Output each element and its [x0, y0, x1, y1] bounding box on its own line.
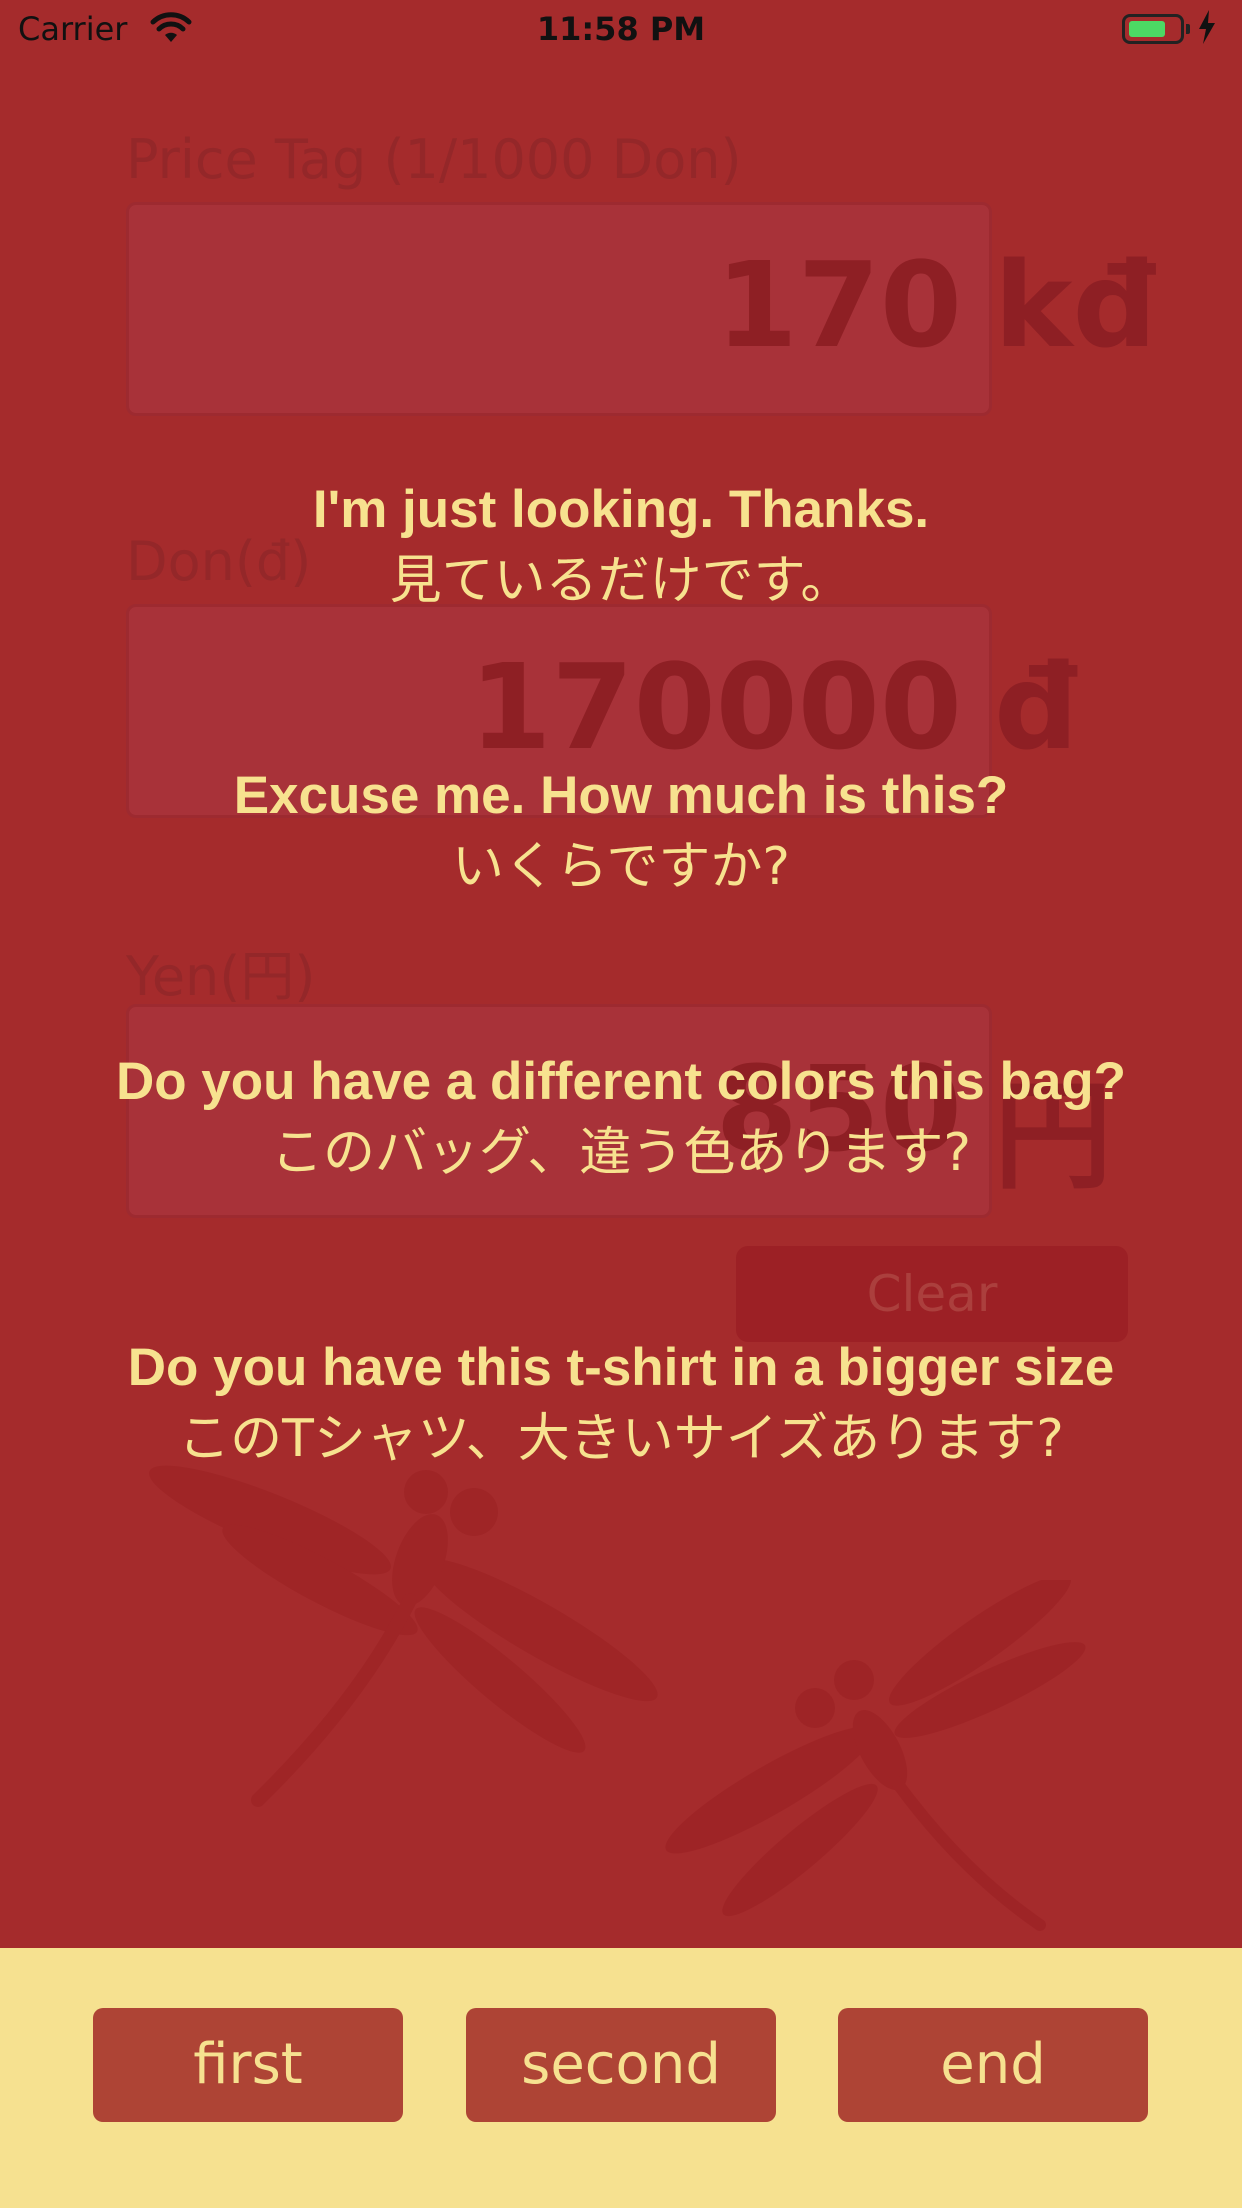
yen-label: Yen(円) — [126, 945, 316, 1008]
phrase-english: Do you have a different colors this bag? — [115, 1052, 1127, 1111]
phrase-item[interactable]: I'm just looking. Thanks. 見ているだけです。 — [0, 475, 1242, 617]
price-tag-value: 170 — [715, 236, 962, 374]
phrase-english: Excuse me. How much is this? — [233, 766, 1009, 825]
dragonfly-icon — [149, 1465, 658, 1807]
don-unit: đ — [994, 638, 1079, 776]
phrase-item[interactable]: Do you have this t-shirt in a bigger siz… — [0, 1333, 1242, 1475]
bottom-toolbar: first second end — [0, 1948, 1242, 2208]
converter-form: Price Tag (1/1000 Don) 170 kđ Don(đ) 170… — [0, 0, 1242, 1948]
phrase-japanese: このTシャツ、大きいサイズあります? — [178, 1409, 1064, 1469]
don-value: 170000 — [469, 638, 962, 776]
phrase-japanese: いくらですか? — [451, 837, 791, 897]
phrase-item[interactable]: Excuse me. How much is this? いくらですか? — [0, 761, 1242, 903]
end-button[interactable]: end — [838, 2008, 1148, 2122]
phrase-item[interactable]: Do you have a different colors this bag?… — [0, 1047, 1242, 1189]
clear-button[interactable]: Clear — [736, 1246, 1128, 1342]
phrase-japanese: このバッグ、違う色あります? — [271, 1123, 971, 1183]
phrase-japanese: 見ているだけです。 — [389, 551, 853, 611]
price-tag-unit: kđ — [994, 236, 1157, 374]
first-button[interactable]: first — [93, 2008, 403, 2122]
phrase-english: Do you have this t-shirt in a bigger siz… — [127, 1338, 1115, 1397]
second-button[interactable]: second — [466, 2008, 776, 2122]
price-tag-label: Price Tag (1/1000 Don) — [126, 128, 742, 191]
phrase-english: I'm just looking. Thanks. — [312, 480, 930, 539]
dragonfly-icon — [665, 1580, 1086, 1931]
